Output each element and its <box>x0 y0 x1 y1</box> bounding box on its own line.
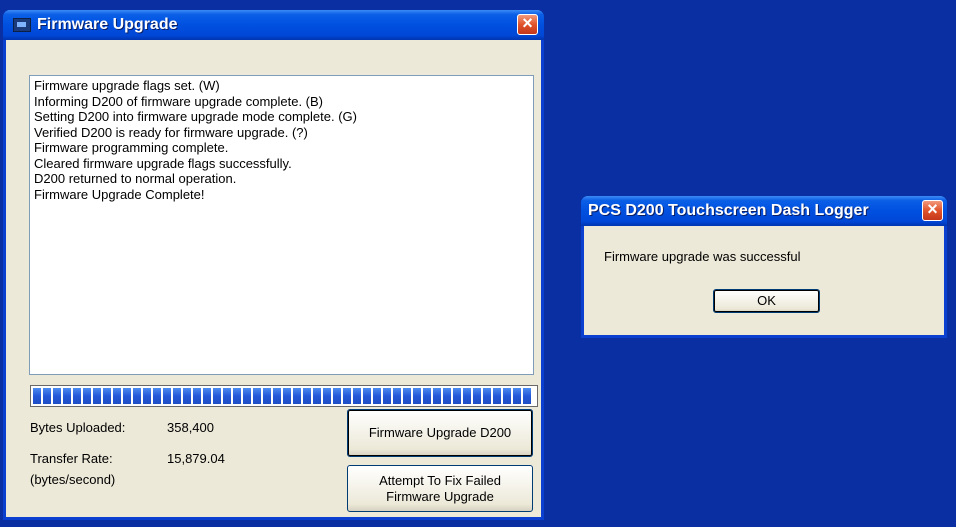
log-line: Setting D200 into firmware upgrade mode … <box>34 109 357 124</box>
progress-segment <box>193 388 201 404</box>
progress-segment <box>113 388 121 404</box>
dialog-title: PCS D200 Touchscreen Dash Logger <box>588 202 869 219</box>
progress-segment <box>503 388 511 404</box>
progress-segment <box>323 388 331 404</box>
progress-segment <box>163 388 171 404</box>
progress-segment <box>483 388 491 404</box>
progress-segment <box>363 388 371 404</box>
progress-segment <box>353 388 361 404</box>
log-line: Verified D200 is ready for firmware upgr… <box>34 124 308 140</box>
firmware-upgrade-window: Firmware Upgrade × Firmware upgrade flag… <box>3 10 544 520</box>
firmware-upgrade-titlebar[interactable]: Firmware Upgrade × <box>3 10 544 40</box>
progress-segment <box>433 388 441 404</box>
progress-segment <box>513 388 521 404</box>
fix-failed-upgrade-button[interactable]: Attempt To Fix Failed Firmware Upgrade <box>347 465 533 512</box>
progress-segment <box>153 388 161 404</box>
log-line: Firmware upgrade flags set. (W) <box>34 78 220 93</box>
message-dialog: PCS D200 Touchscreen Dash Logger × Firmw… <box>581 196 947 338</box>
progress-segment <box>523 388 531 404</box>
progress-segment <box>213 388 221 404</box>
progress-segment <box>43 388 51 404</box>
progress-segment <box>143 388 151 404</box>
close-icon[interactable]: × <box>922 200 943 221</box>
progress-segment <box>223 388 231 404</box>
progress-segment <box>403 388 411 404</box>
progress-segment <box>263 388 271 404</box>
log-line: Firmware Upgrade Complete! <box>34 186 205 202</box>
dialog-message: Firmware upgrade was successful <box>604 249 801 264</box>
bytes-uploaded-label: Bytes Uploaded: <box>30 420 126 435</box>
log-textbox[interactable]: Firmware upgrade flags set. (W) Informing… <box>29 75 534 375</box>
progress-segment <box>423 388 431 404</box>
fix-button-label-line1: Attempt To Fix Failed <box>379 472 501 488</box>
progress-segment <box>83 388 91 404</box>
progress-segment <box>313 388 321 404</box>
progress-segment <box>73 388 81 404</box>
message-dialog-titlebar[interactable]: PCS D200 Touchscreen Dash Logger × <box>581 196 947 226</box>
log-line: D200 returned to normal operation. <box>34 171 237 186</box>
progress-segment <box>383 388 391 404</box>
progress-segment <box>373 388 381 404</box>
progress-segment <box>253 388 261 404</box>
progress-segment <box>243 388 251 404</box>
progress-segment <box>413 388 421 404</box>
transfer-rate-unit: (bytes/second) <box>30 472 116 487</box>
progress-segment <box>343 388 351 404</box>
app-icon <box>13 18 31 32</box>
progress-segment <box>283 388 291 404</box>
progress-segment <box>303 388 311 404</box>
close-icon[interactable]: × <box>517 14 538 35</box>
upload-progress-bar <box>30 385 538 407</box>
ok-button-label: OK <box>757 293 776 308</box>
progress-segment <box>493 388 501 404</box>
progress-segment <box>133 388 141 404</box>
progress-segment <box>443 388 451 404</box>
progress-segment <box>123 388 131 404</box>
ok-button[interactable]: OK <box>713 289 820 313</box>
transfer-rate-label: Transfer Rate: <box>30 451 113 466</box>
progress-segment <box>183 388 191 404</box>
progress-segment <box>453 388 461 404</box>
progress-segment <box>393 388 401 404</box>
log-line: Informing D200 of firmware upgrade compl… <box>34 93 324 109</box>
progress-segment <box>53 388 61 404</box>
progress-segment <box>173 388 181 404</box>
progress-segment <box>463 388 471 404</box>
log-line: Cleared firmware upgrade flags successfu… <box>34 155 292 171</box>
firmware-upgrade-button-label: Firmware Upgrade D200 <box>368 425 512 440</box>
fix-button-label-line2: Firmware Upgrade <box>386 488 494 504</box>
firmware-upgrade-button[interactable]: Firmware Upgrade D200 <box>347 409 533 457</box>
progress-segment <box>233 388 241 404</box>
progress-segment <box>93 388 101 404</box>
transfer-rate-value: 15,879.04 <box>167 451 225 466</box>
bytes-uploaded-value: 358,400 <box>167 420 214 435</box>
window-title: Firmware Upgrade <box>37 16 178 33</box>
progress-segment <box>103 388 111 404</box>
progress-segment <box>273 388 281 404</box>
progress-segment <box>333 388 341 404</box>
progress-segment <box>63 388 71 404</box>
progress-segment <box>473 388 481 404</box>
progress-segment <box>33 388 41 404</box>
progress-segment <box>293 388 301 404</box>
progress-segment <box>203 388 211 404</box>
log-line: Firmware programming complete. <box>34 140 229 155</box>
